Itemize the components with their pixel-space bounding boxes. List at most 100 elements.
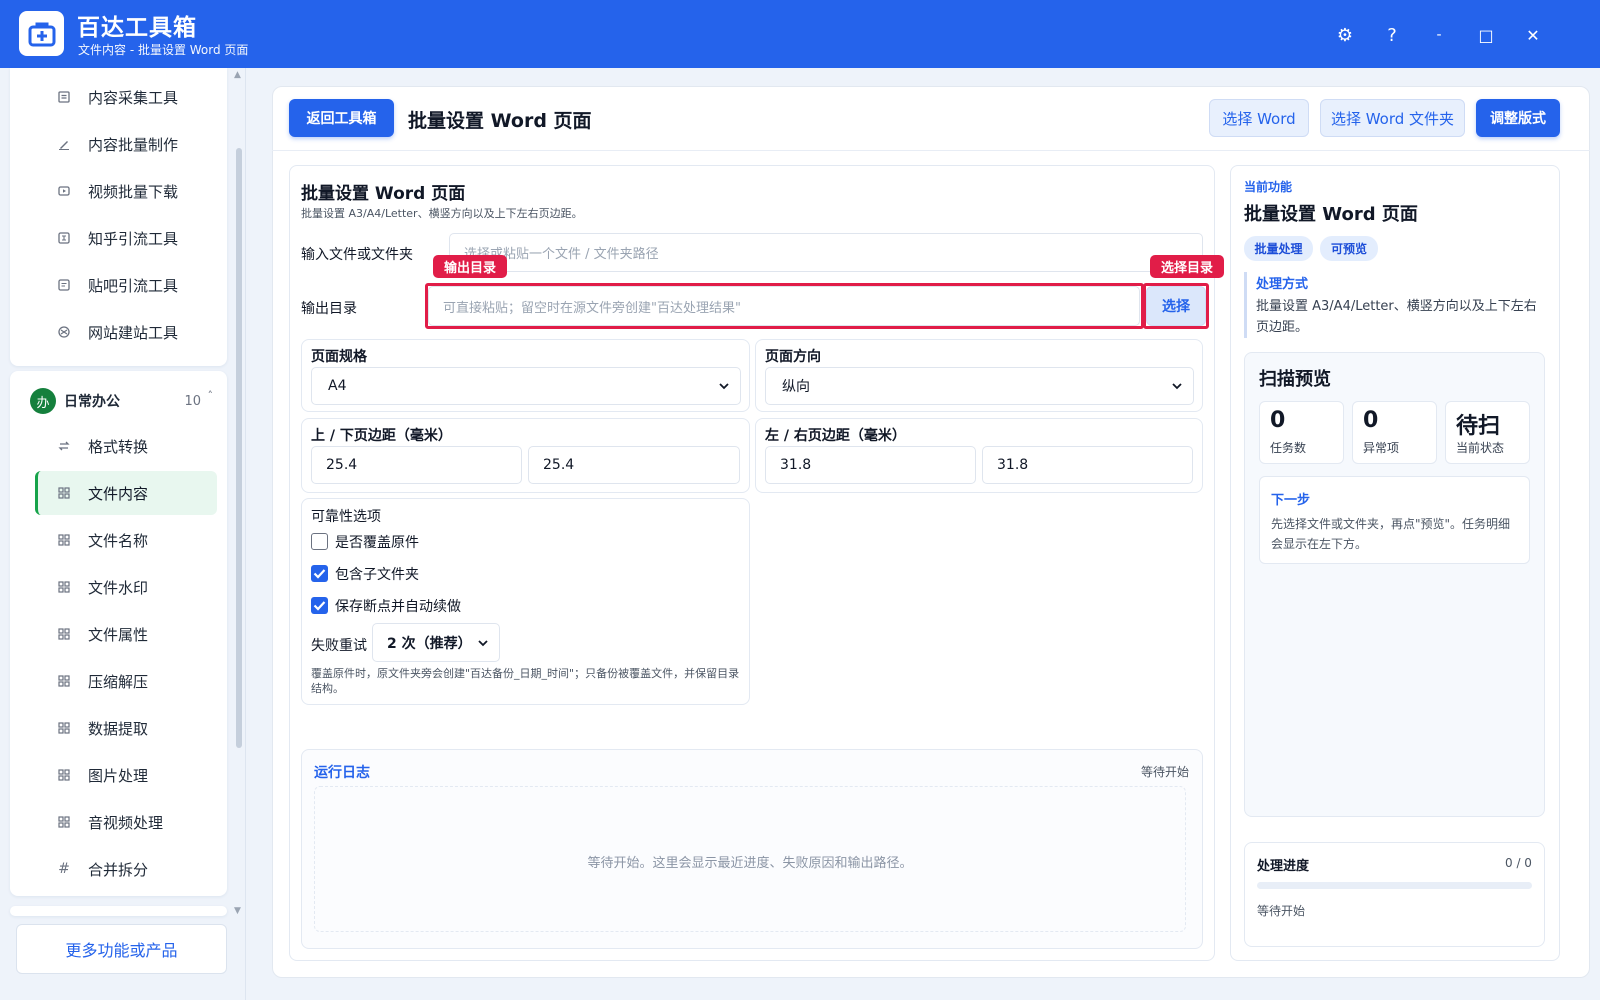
input-path-field[interactable]: 选择或粘贴一个文件 / 文件夹路径	[449, 233, 1203, 272]
close-button[interactable]: ✕	[1518, 20, 1548, 50]
chevron-down-icon	[1171, 378, 1183, 394]
sidebar-scrollbar[interactable]	[236, 148, 242, 748]
tb-margin-label: 上 / 下页边距（毫米）	[311, 428, 452, 444]
resume-checkpoint-checkbox[interactable]	[311, 597, 328, 614]
output-dir-tag: 输出目录	[433, 255, 507, 278]
select-word-button[interactable]: 选择 Word	[1209, 99, 1309, 137]
top-margin-input[interactable]: 25.4	[311, 446, 522, 484]
app-title: 百达工具箱	[77, 15, 197, 41]
orientation-value: 纵向	[782, 379, 810, 395]
resume-checkpoint-label[interactable]: 保存断点并自动续做	[335, 596, 461, 616]
sidebar-item-label: 贴吧引流工具	[88, 276, 179, 295]
sidebar-item-label: 视频批量下载	[88, 182, 179, 201]
stat-label: 任务数	[1270, 441, 1307, 455]
grid-icon	[54, 581, 74, 593]
sidebar-item-label: 网站建站工具	[88, 323, 179, 342]
sidebar-item-label: 文件内容	[88, 484, 149, 503]
include-subfolders-label[interactable]: 包含子文件夹	[335, 564, 419, 584]
grid-icon	[54, 722, 74, 734]
back-to-toolbox-button[interactable]: 返回工具箱	[289, 99, 394, 137]
orientation-select[interactable]: 纵向	[765, 367, 1194, 405]
pencil-icon	[54, 138, 74, 150]
right-margin-input[interactable]: 31.8	[982, 446, 1193, 484]
sidebar-item-label: 内容采集工具	[88, 88, 179, 107]
overwrite-original-checkbox[interactable]	[311, 533, 328, 550]
maximize-button[interactable]: □	[1471, 20, 1501, 50]
next-step-title: 下一步	[1271, 493, 1311, 508]
include-subfolders-checkbox[interactable]	[311, 565, 328, 582]
sidebar-item-image[interactable]: 图片处理	[26, 753, 216, 797]
page-size-select[interactable]: A4	[311, 367, 741, 405]
chevron-down-icon	[477, 635, 489, 651]
stat-current-status: 待扫 当前状态	[1445, 401, 1530, 464]
sidebar-item-label: 图片处理	[88, 766, 149, 785]
group-badge: 办	[30, 388, 56, 414]
scroll-up-icon[interactable]: ▲	[234, 70, 241, 80]
sidebar-group-office[interactable]: 办 日常办公 10 ˄	[10, 378, 227, 424]
sidebar-item-label: 格式转换	[88, 437, 149, 456]
sidebar-item-file-watermark[interactable]: 文件水印	[26, 565, 216, 609]
sidebar-item-label: 内容批量制作	[88, 135, 179, 154]
sidebar-item-compress[interactable]: 压缩解压	[26, 659, 216, 703]
stat-task-count: 0 任务数	[1259, 401, 1344, 464]
form-title: 批量设置 Word 页面	[301, 184, 466, 204]
sidebar-item-content-collect[interactable]: 内容采集工具	[26, 75, 216, 119]
bottom-margin-input[interactable]: 25.4	[528, 446, 740, 484]
scroll-down-icon[interactable]: ▼	[234, 906, 241, 916]
input-path-label: 输入文件或文件夹	[301, 247, 413, 263]
grid-icon	[54, 816, 74, 828]
grid-icon	[54, 675, 74, 687]
sidebar-item-data-extract[interactable]: 数据提取	[26, 706, 216, 750]
overwrite-original-label[interactable]: 是否覆盖原件	[335, 532, 419, 552]
sidebar-item-label: 知乎引流工具	[88, 229, 179, 248]
sidebar-item-website[interactable]: 网站建站工具	[26, 310, 216, 354]
app-subtitle: 文件内容 - 批量设置 Word 页面	[78, 43, 249, 57]
sidebar-item-file-content[interactable]: 文件内容	[35, 471, 217, 515]
retry-select[interactable]: 2 次（推荐）	[372, 623, 500, 662]
sidebar-card-next	[10, 906, 227, 916]
stat-value: 0	[1363, 408, 1379, 433]
output-dir-highlight	[425, 283, 1144, 329]
sidebar-item-content-batch[interactable]: 内容批量制作	[26, 122, 216, 166]
sidebar-item-label: 文件名称	[88, 531, 149, 550]
checkmark-icon	[313, 569, 326, 579]
current-function-label: 当前功能	[1244, 180, 1293, 194]
left-margin-input[interactable]: 31.8	[765, 446, 976, 484]
sidebar-item-label: 数据提取	[88, 719, 149, 738]
document-icon	[54, 91, 74, 103]
select-dir-tag: 选择目录	[1150, 255, 1224, 278]
grid-icon	[54, 628, 74, 640]
reliability-label: 可靠性选项	[311, 509, 381, 525]
grid-icon	[54, 534, 74, 546]
progress-title: 处理进度	[1257, 859, 1310, 874]
sidebar-item-video-download[interactable]: 视频批量下载	[26, 169, 216, 213]
group-count: 10	[184, 393, 201, 409]
sidebar-item-zhihu[interactable]: 知乎引流工具	[26, 216, 216, 260]
adjust-layout-button[interactable]: 调整版式	[1476, 99, 1560, 137]
page-size-value: A4	[328, 378, 347, 394]
help-icon[interactable]: ?	[1377, 20, 1407, 50]
sidebar-item-tieba[interactable]: 贴吧引流工具	[26, 263, 216, 307]
stat-label: 当前状态	[1456, 441, 1505, 455]
stat-label: 异常项	[1363, 441, 1400, 455]
retry-label: 失败重试	[311, 638, 367, 654]
scan-preview-title: 扫描预览	[1259, 369, 1331, 390]
sidebar-item-file-name[interactable]: 文件名称	[26, 518, 216, 562]
group-label: 日常办公	[64, 394, 120, 410]
more-features-button[interactable]: 更多功能或产品	[16, 924, 227, 974]
collapse-caret-icon[interactable]: ˄	[208, 389, 214, 402]
method-label: 处理方式	[1256, 277, 1309, 292]
sidebar-item-merge-split[interactable]: # 合并拆分	[26, 847, 216, 891]
select-word-folder-button[interactable]: 选择 Word 文件夹	[1320, 99, 1465, 137]
sidebar-item-file-attributes[interactable]: 文件属性	[26, 612, 216, 656]
output-dir-label: 输出目录	[301, 301, 357, 317]
retry-value: 2 次（推荐）	[387, 635, 472, 652]
title-bar: 百达工具箱 文件内容 - 批量设置 Word 页面 ⚙ ? - □ ✕	[0, 0, 1600, 68]
grid-icon	[54, 487, 74, 499]
sidebar-item-format-convert[interactable]: 格式转换	[26, 424, 216, 468]
sidebar-item-av[interactable]: 音视频处理	[26, 800, 216, 844]
minimize-button[interactable]: -	[1424, 20, 1454, 50]
settings-gear-icon[interactable]: ⚙	[1330, 20, 1360, 50]
swap-icon	[54, 440, 74, 452]
run-log-title: 运行日志	[314, 765, 370, 781]
